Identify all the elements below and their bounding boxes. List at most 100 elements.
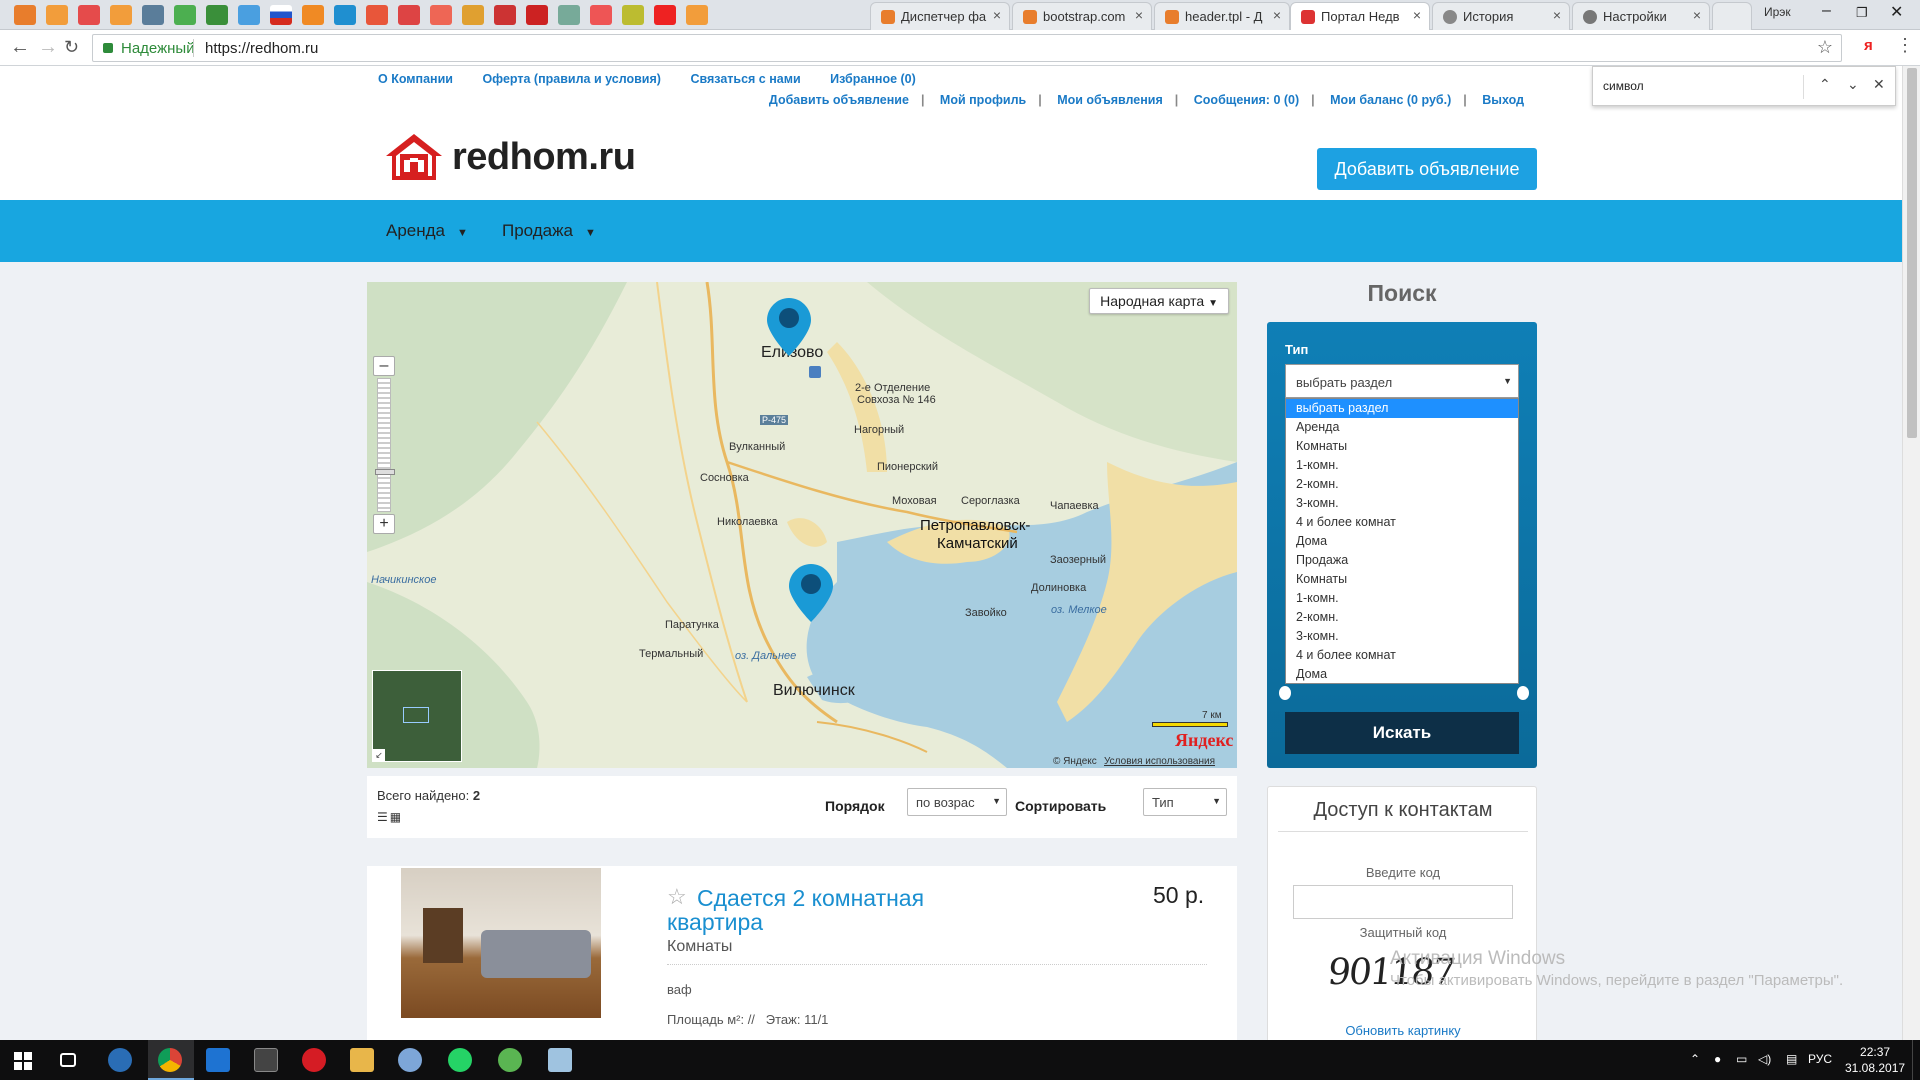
range-slider-handle[interactable]	[1517, 686, 1529, 700]
map-layer-select[interactable]: Народная карта ▼	[1089, 288, 1229, 314]
dropdown-option[interactable]: выбрать раздел	[1286, 399, 1518, 418]
zoom-out-button[interactable]: –	[373, 356, 395, 376]
tab-close-icon[interactable]: ×	[993, 7, 1001, 23]
nav-item-sale[interactable]: Продажа ▼	[502, 221, 596, 241]
listing-title[interactable]: Сдается 2 комнатная квартира	[667, 886, 967, 934]
type-select[interactable]: выбрать раздел ▼	[1285, 364, 1519, 398]
map-marker-icon[interactable]	[767, 298, 811, 356]
dropdown-option[interactable]: 3-комн.	[1286, 494, 1518, 513]
opera-icon[interactable]	[302, 1048, 326, 1072]
search-button[interactable]: Искать	[1285, 712, 1519, 754]
tab-close-icon[interactable]: ×	[1553, 7, 1561, 23]
map-marker-icon[interactable]	[789, 564, 833, 622]
new-tab-button[interactable]	[1712, 2, 1752, 30]
top-link-favorites[interactable]: Избранное (0)	[830, 72, 916, 86]
show-desktop-button[interactable]	[1912, 1040, 1920, 1080]
nav-item-rent[interactable]: Аренда ▼	[386, 221, 468, 241]
tab-close-icon[interactable]: ×	[1693, 7, 1701, 23]
browser-tab[interactable]: header.tpl - Д ×	[1154, 2, 1290, 30]
language-indicator[interactable]: РУС	[1808, 1052, 1832, 1066]
whatsapp-icon[interactable]	[448, 1048, 472, 1072]
pinned-tab-icon[interactable]	[46, 5, 68, 25]
profile-name[interactable]: Ирэк	[1764, 5, 1791, 19]
pinned-tab-icon[interactable]	[654, 5, 676, 25]
top-link-offer[interactable]: Оферта (правила и условия)	[482, 72, 661, 86]
pinned-tab-icon[interactable]	[110, 5, 132, 25]
address-bar[interactable]: Надежный https://redhom.ru ☆	[92, 34, 1842, 62]
back-icon[interactable]: ←	[10, 36, 30, 59]
minimize-icon[interactable]: –	[1822, 2, 1831, 20]
list-view-icon[interactable]: ☰	[377, 810, 390, 824]
menu-icon[interactable]: ⋮	[1896, 35, 1914, 56]
pinned-tab-icon[interactable]	[270, 5, 292, 25]
pinned-tab-icon[interactable]	[590, 5, 612, 25]
task-view-icon[interactable]	[60, 1053, 76, 1067]
pinned-tab-icon[interactable]	[526, 5, 548, 25]
user-link-profile[interactable]: Мой профиль	[940, 93, 1026, 107]
dropdown-option[interactable]: 1-комн.	[1286, 589, 1518, 608]
yandex-extension-icon[interactable]: я	[1864, 37, 1873, 54]
start-icon[interactable]	[14, 1052, 32, 1070]
dropdown-option[interactable]: 1-комн.	[1286, 456, 1518, 475]
pinned-tab-icon[interactable]	[558, 5, 580, 25]
zoom-in-button[interactable]: +	[373, 514, 395, 534]
zoom-slider[interactable]	[375, 378, 395, 512]
pinned-tab-icon[interactable]	[398, 5, 420, 25]
page-scrollbar[interactable]	[1902, 66, 1920, 1040]
forward-icon[interactable]: →	[38, 36, 58, 59]
dropdown-option[interactable]: Комнаты	[1286, 570, 1518, 589]
find-input[interactable]: символ	[1603, 79, 1644, 93]
minimap-toggle-icon[interactable]: ↙	[373, 749, 385, 761]
pinned-tab-icon[interactable]	[206, 5, 228, 25]
torrent-icon[interactable]	[498, 1048, 522, 1072]
site-logo[interactable]: redhom.ru	[384, 132, 636, 182]
clock[interactable]: 22:37 31.08.2017	[1845, 1044, 1905, 1076]
message-icon[interactable]: ▤	[1786, 1052, 1797, 1066]
tray-chevron-icon[interactable]: ⌃	[1690, 1052, 1700, 1066]
explorer-icon[interactable]	[350, 1048, 374, 1072]
app-icon[interactable]	[108, 1048, 132, 1072]
pinned-tab-icon[interactable]	[174, 5, 196, 25]
edge-icon[interactable]	[206, 1048, 230, 1072]
volume-icon[interactable]: ◁)	[1758, 1052, 1771, 1066]
sort-select[interactable]: Тип ▼	[1143, 788, 1227, 816]
minimap[interactable]: ↙	[372, 670, 462, 762]
grid-view-icon[interactable]: ▦	[390, 810, 403, 824]
pinned-tab-icon[interactable]	[78, 5, 100, 25]
dropdown-option[interactable]: 4 и более комнат	[1286, 646, 1518, 665]
dropdown-option[interactable]: Комнаты	[1286, 437, 1518, 456]
browser-tab[interactable]: Диспетчер фа ×	[870, 2, 1010, 30]
pinned-tab-icon[interactable]	[622, 5, 644, 25]
map-terms-link[interactable]: Условия использования	[1104, 756, 1215, 767]
add-listing-button[interactable]: Добавить объявление	[1317, 148, 1537, 190]
user-link-logout[interactable]: Выход	[1482, 93, 1524, 107]
chrome-icon[interactable]	[158, 1048, 182, 1072]
pinned-tab-icon[interactable]	[14, 5, 36, 25]
zoom-slider-handle[interactable]	[375, 469, 395, 475]
pinned-tab-icon[interactable]	[430, 5, 452, 25]
order-select[interactable]: по возрас ▼	[907, 788, 1007, 816]
browser-tab-active[interactable]: Портал Недв ×	[1290, 2, 1430, 30]
dropdown-option[interactable]: Продажа	[1286, 551, 1518, 570]
scrollbar-thumb[interactable]	[1907, 68, 1917, 438]
pinned-tab-icon[interactable]	[462, 5, 484, 25]
pinned-tab-icon[interactable]	[334, 5, 356, 25]
bookmark-star-icon[interactable]: ☆	[1817, 37, 1833, 58]
tab-close-icon[interactable]: ×	[1135, 7, 1143, 23]
user-link-my-ads[interactable]: Мои объявления	[1057, 93, 1163, 107]
pinned-tab-icon[interactable]	[238, 5, 260, 25]
top-link-company[interactable]: О Компании	[378, 72, 453, 86]
user-link-balance[interactable]: Мои баланс (0 руб.)	[1330, 93, 1451, 107]
find-previous-icon[interactable]: ⌃	[1819, 76, 1831, 93]
listing-photo[interactable]	[401, 868, 601, 1018]
top-link-contact[interactable]: Связаться с нами	[690, 72, 800, 86]
dropdown-option[interactable]: 3-комн.	[1286, 627, 1518, 646]
code-input[interactable]	[1293, 885, 1513, 919]
map[interactable]: Народная карта ▼ – + Елизово 2-е Отделен…	[367, 282, 1237, 768]
pinned-tab-icon[interactable]	[302, 5, 324, 25]
range-slider-handle[interactable]	[1279, 686, 1291, 700]
pinned-tab-icon[interactable]	[686, 5, 708, 25]
dropdown-option[interactable]: 2-комн.	[1286, 608, 1518, 627]
close-window-icon[interactable]: ✕	[1890, 2, 1903, 22]
browser-tab[interactable]: История ×	[1432, 2, 1570, 30]
